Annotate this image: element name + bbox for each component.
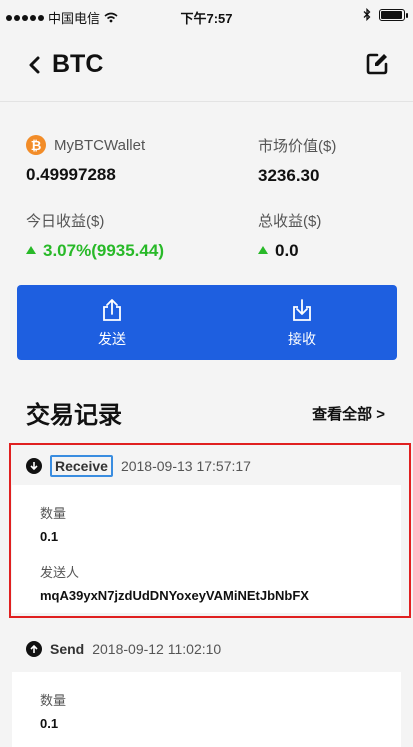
edit-icon[interactable]	[365, 52, 389, 76]
total-profit-cell: 总收益($) 0.0	[258, 210, 321, 261]
market-value: 3236.30	[258, 166, 320, 185]
upload-icon	[103, 298, 121, 321]
status-right	[363, 8, 408, 21]
total-profit-value-row: 0.0	[258, 241, 321, 261]
selection-highlight	[9, 443, 411, 618]
arrow-up-icon	[26, 641, 42, 657]
total-profit-value: 0.0	[275, 241, 299, 260]
wallet-summary: ₿ MyBTCWallet 0.49997288 市场价值($) 3236.30…	[0, 120, 413, 270]
up-triangle-icon	[258, 246, 268, 254]
market-value-cell: 市场价值($) 3236.30	[258, 135, 336, 186]
bluetooth-icon	[363, 8, 371, 21]
today-profit-value-row: 3.07%(9935.44)	[26, 241, 164, 261]
total-profit-label: 总收益($)	[258, 213, 322, 230]
battery-icon	[379, 8, 408, 21]
market-value-label: 市场价值($)	[258, 138, 337, 155]
download-icon	[293, 298, 311, 321]
bitcoin-icon: ₿	[26, 135, 46, 155]
transaction-type: Send	[50, 641, 85, 657]
nav-bar: BTC	[0, 32, 413, 102]
status-bar: 中国电信 下午7:57	[0, 0, 413, 32]
status-time: 下午7:57	[180, 11, 233, 26]
up-triangle-icon	[26, 246, 36, 254]
history-title: 交易记录	[26, 402, 122, 429]
transaction-card[interactable]: 数量 0.1	[12, 672, 401, 747]
send-label: 发送	[98, 330, 126, 347]
back-icon[interactable]	[24, 54, 46, 76]
today-profit-label: 今日收益($)	[26, 213, 105, 230]
amount-value: 0.1	[40, 716, 59, 731]
amount-label: 数量	[40, 693, 67, 708]
send-button[interactable]: 发送	[17, 285, 207, 360]
page-title: BTC	[52, 50, 104, 78]
today-profit-cell: 今日收益($) 3.07%(9935.44)	[26, 210, 164, 261]
view-all-link[interactable]: 查看全部 >	[312, 403, 385, 424]
transaction-header: Send 2018-09-12 11:02:10	[26, 641, 221, 657]
today-profit-value: 3.07%(9935.44)	[43, 241, 164, 260]
wallet-balance-cell: ₿ MyBTCWallet 0.49997288	[26, 135, 145, 185]
action-panel: 发送 接收	[17, 285, 397, 360]
receive-button[interactable]: 接收	[207, 285, 397, 360]
receive-label: 接收	[288, 330, 316, 347]
wallet-name: MyBTCWallet	[54, 136, 146, 154]
wallet-balance: 0.49997288	[26, 165, 116, 184]
transaction-datetime: 2018-09-12 11:02:10	[92, 641, 222, 657]
